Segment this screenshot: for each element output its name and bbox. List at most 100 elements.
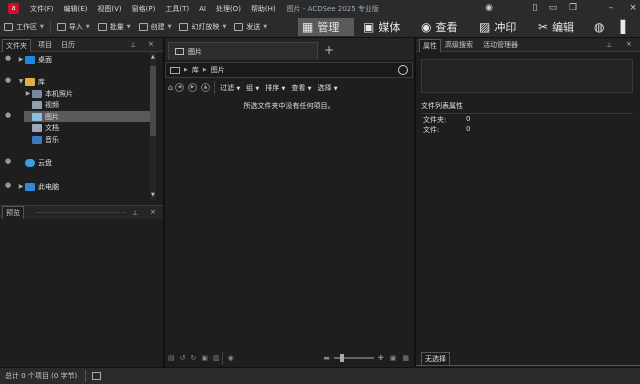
mode-media-button[interactable]: ▣ 媒体 xyxy=(363,18,400,36)
menu-process[interactable]: 处理(O) xyxy=(211,4,246,14)
pin-marker-icon[interactable]: ● xyxy=(5,54,11,62)
stats-button[interactable]: ▐ xyxy=(616,18,629,36)
zoom-out-icon[interactable]: ▬ xyxy=(323,354,330,362)
view-menu[interactable]: 查看 ▼ xyxy=(291,83,311,93)
chevron-down-icon: ▼ xyxy=(126,24,131,30)
breadcrumb-library[interactable]: 库 xyxy=(192,65,199,75)
up-icon[interactable]: ▲ xyxy=(201,83,211,92)
menu-ai[interactable]: AI xyxy=(194,5,211,13)
monitor-icon xyxy=(170,66,180,74)
compare-icon[interactable]: ▣ xyxy=(201,354,208,362)
tree-item-library[interactable]: ▼ 库 xyxy=(17,76,147,87)
batch-button[interactable]: 批量 ▼ xyxy=(94,22,135,32)
drag-grip[interactable] xyxy=(36,212,126,213)
preview-area xyxy=(0,219,164,367)
tab-pictures[interactable]: 图片 xyxy=(168,42,318,60)
batch-edit-icon[interactable]: ▤ xyxy=(168,354,175,362)
eye-icon: ◉ xyxy=(421,20,432,34)
restore-button[interactable]: ❐ xyxy=(566,2,580,14)
create-button[interactable]: 创建 ▼ xyxy=(135,22,176,32)
tab-properties[interactable]: 属性 xyxy=(419,39,441,52)
app-window: a 文件(F) 编辑(E) 视图(V) 窗格(P) 工具(T) AI 处理(O)… xyxy=(0,0,640,384)
close-window-button[interactable]: × xyxy=(626,2,640,14)
grid-view-icon[interactable]: ▦ xyxy=(402,354,409,362)
mode-manage-button[interactable]: ▦ 管理 xyxy=(298,18,354,36)
expand-arrow-icon[interactable]: ▶ xyxy=(24,90,32,97)
layout-panel-icon[interactable]: ▯ xyxy=(528,2,542,14)
rotate-left-icon[interactable]: ↺ xyxy=(180,354,186,362)
tab-activity-manager[interactable]: 活动管理器 xyxy=(480,39,521,52)
pin-marker-icon[interactable]: ● xyxy=(5,111,11,119)
tab-folders[interactable]: 文件夹 xyxy=(2,39,31,52)
sort-menu[interactable]: 排序 ▼ xyxy=(265,83,285,93)
dashboard-button[interactable]: ◍ xyxy=(594,18,608,36)
tree-item-pictures[interactable]: 图片 xyxy=(24,111,150,122)
expand-arrow-icon[interactable]: ▶ xyxy=(17,183,25,190)
expand-arrow-icon[interactable]: ▶ xyxy=(17,56,25,63)
slideshow-play-icon[interactable]: ◉ xyxy=(228,354,234,362)
filter-menu[interactable]: 过滤 ▼ xyxy=(220,83,240,93)
slider-handle[interactable] xyxy=(339,354,344,362)
status-info-icon[interactable] xyxy=(92,372,102,380)
group-menu[interactable]: 组 ▼ xyxy=(246,83,259,93)
fit-view-icon[interactable]: ▣ xyxy=(390,354,397,362)
refresh-icon[interactable] xyxy=(398,65,408,75)
menu-tools[interactable]: 工具(T) xyxy=(160,4,194,14)
tab-calendar[interactable]: 日历 xyxy=(58,39,78,52)
pin-icon[interactable]: ⊥ xyxy=(130,41,136,49)
zoom-in-icon[interactable]: ✚ xyxy=(378,354,384,362)
tree-item-video[interactable]: 视频 xyxy=(24,99,150,110)
tab-advanced-search[interactable]: 高级搜索 xyxy=(442,39,476,52)
tree-item-cloud[interactable]: 云盘 xyxy=(17,157,147,168)
files-count-value: 0 xyxy=(466,125,471,133)
add-tab-button[interactable]: + xyxy=(324,43,334,57)
tree-item-music[interactable]: 音乐 xyxy=(24,134,150,145)
close-icon[interactable]: × xyxy=(148,40,154,48)
import-button[interactable]: 导入 ▼ xyxy=(53,22,94,32)
address-bar[interactable]: ▶ 库 ▶ 图片 xyxy=(165,62,413,78)
menu-view[interactable]: 视图(V) xyxy=(92,4,126,14)
close-icon[interactable]: × xyxy=(626,40,632,48)
chevron-down-icon: ▼ xyxy=(222,24,227,30)
group-label: 组 xyxy=(246,83,254,92)
menu-edit[interactable]: 编辑(E) xyxy=(59,4,93,14)
tab-no-selection[interactable]: 无选择 xyxy=(421,352,450,365)
minimize-button[interactable]: ▭ xyxy=(546,2,560,14)
menu-file[interactable]: 文件(F) xyxy=(25,4,59,14)
rename-icon[interactable]: ▥ xyxy=(213,354,220,362)
thumbnail-size-slider[interactable] xyxy=(333,354,374,362)
pin-marker-icon[interactable]: ● xyxy=(5,76,11,84)
pin-icon[interactable]: ⊥ xyxy=(606,41,612,49)
workspace-button[interactable]: 工作区 ▼ xyxy=(0,22,48,32)
tree-item-documents[interactable]: 文档 xyxy=(24,122,150,133)
pin-marker-icon[interactable]: ● xyxy=(5,181,11,189)
menu-pane[interactable]: 窗格(P) xyxy=(127,4,161,14)
collapse-arrow-icon[interactable]: ▼ xyxy=(17,78,25,85)
forward-icon[interactable]: ▶ xyxy=(188,83,198,92)
home-icon[interactable]: ⌂ xyxy=(168,83,173,92)
select-menu[interactable]: 选择 ▼ xyxy=(317,83,337,93)
send-button[interactable]: 发送 ▼ xyxy=(230,22,271,32)
mode-edit-button[interactable]: ✂ 编辑 xyxy=(538,18,574,36)
mode-view-button[interactable]: ◉ 查看 xyxy=(421,18,457,36)
back-icon[interactable]: ◀ xyxy=(175,83,185,92)
minimize-window-button[interactable]: – xyxy=(604,2,618,14)
slideshow-button[interactable]: 幻灯放映 ▼ xyxy=(175,22,230,32)
mode-develop-button[interactable]: ▨ 冲印 xyxy=(479,18,516,36)
tree-item-this-pc[interactable]: ▶ 此电脑 xyxy=(17,181,147,192)
breadcrumb-pictures[interactable]: 图片 xyxy=(211,65,225,75)
rotate-right-icon[interactable]: ↻ xyxy=(191,354,197,362)
tree-item-desktop[interactable]: ▶ 桌面 xyxy=(17,54,147,65)
pin-icon[interactable]: ⊥ xyxy=(132,209,138,217)
tab-preview[interactable]: 预览 xyxy=(2,206,24,219)
right-splitter[interactable] xyxy=(414,38,416,367)
sort-label: 排序 xyxy=(265,83,280,92)
close-icon[interactable]: × xyxy=(150,208,156,216)
tab-items[interactable]: 项目 xyxy=(35,39,55,52)
tree-item-camera-roll[interactable]: ▶ 本机照片 xyxy=(24,88,150,99)
pin-marker-icon[interactable]: ● xyxy=(5,157,11,165)
menu-help[interactable]: 帮助(H) xyxy=(246,4,281,14)
chevron-down-icon: ▼ xyxy=(85,24,90,30)
account-icon[interactable]: ◉ xyxy=(482,2,496,14)
workspace-label: 工作区 xyxy=(16,23,37,31)
